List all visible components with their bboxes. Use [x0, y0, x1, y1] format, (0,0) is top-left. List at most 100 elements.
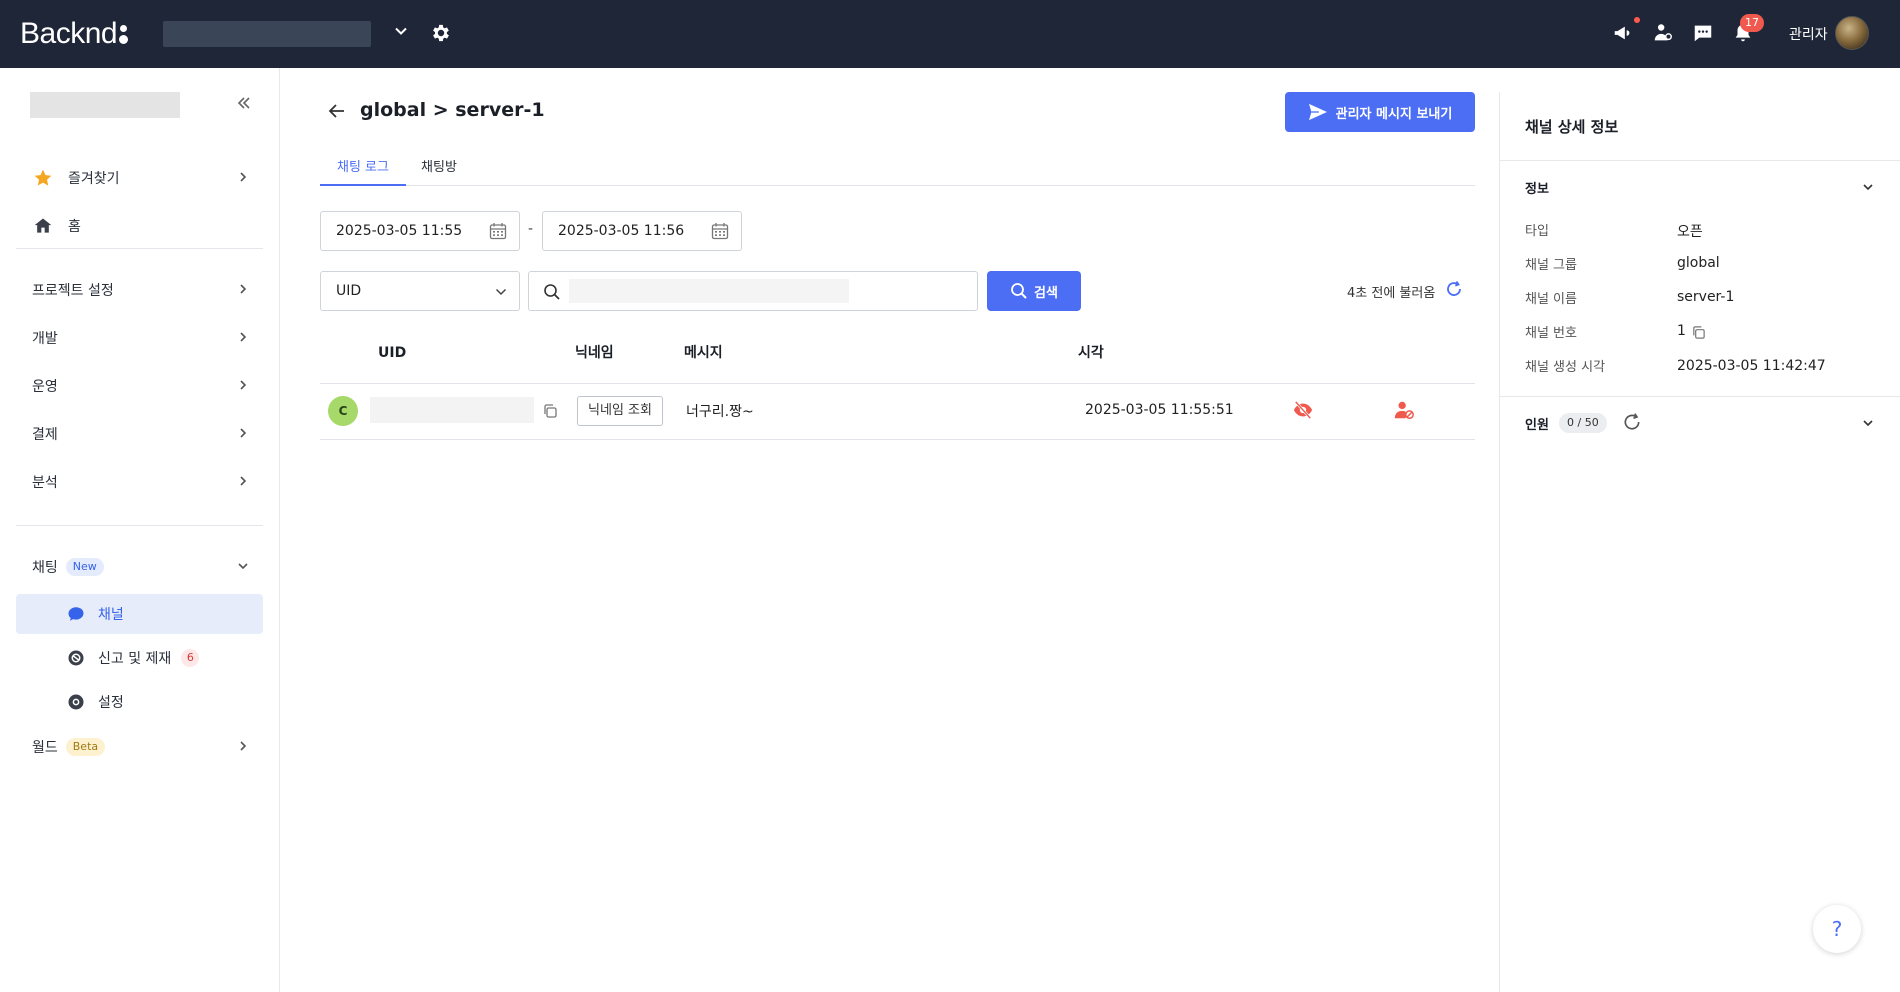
report-count-badge: 6: [181, 649, 200, 667]
chevron-right-icon: [237, 331, 249, 343]
main-content: global > server-1 관리자 메시지 보내기 채팅 로그 채팅방 …: [280, 68, 1499, 992]
sidebar-item-chatting[interactable]: 채팅 New: [16, 547, 263, 587]
chevron-right-icon: [237, 427, 249, 439]
message-time: 2025-03-05 11:55:51: [1085, 402, 1234, 418]
collapse-sidebar-icon[interactable]: [236, 95, 252, 111]
info-value-created-at: 2025-03-05 11:42:47: [1677, 358, 1826, 374]
page-title: global > server-1: [360, 99, 545, 121]
info-value-type: 오픈: [1677, 224, 1703, 240]
column-time: 시각: [1078, 345, 1104, 361]
search-icon: [543, 283, 561, 301]
copy-icon[interactable]: [542, 403, 558, 419]
sidebar-item-operations[interactable]: 운영: [16, 366, 263, 406]
info-label-channel-group: 채널 그룹: [1525, 258, 1577, 273]
chevron-down-icon[interactable]: [1862, 181, 1874, 193]
column-nickname: 닉네임: [575, 345, 614, 361]
sidebar-item-favorites[interactable]: 즐겨찾기: [16, 158, 263, 198]
search-input[interactable]: [569, 279, 849, 303]
refresh-icon[interactable]: [1445, 280, 1463, 298]
chevron-down-icon: [237, 560, 249, 572]
channel-detail-panel: 채널 상세 정보 정보 타입 오픈 채널 그룹 global 채널 이름 ser…: [1499, 92, 1900, 992]
user-avatar: C: [328, 396, 358, 426]
sidebar-item-reports[interactable]: 신고 및 제재 6: [16, 638, 263, 678]
chevron-down-icon[interactable]: [1862, 417, 1874, 429]
refresh-icon[interactable]: [1622, 412, 1642, 432]
members-count-badge: 0 / 50: [1559, 413, 1607, 433]
panel-divider: [1500, 396, 1900, 397]
hide-message-icon[interactable]: [1292, 400, 1314, 420]
column-message: 메시지: [684, 345, 723, 361]
message-text: 너구리.짱~: [686, 404, 754, 420]
send-icon: [1308, 103, 1328, 121]
chevron-down-icon: [495, 287, 507, 297]
back-arrow-icon[interactable]: [328, 102, 346, 120]
copy-icon[interactable]: [1691, 325, 1706, 340]
tab-chat-room[interactable]: 채팅방: [406, 156, 472, 186]
members-section-title[interactable]: 인원: [1525, 414, 1549, 433]
chevron-right-icon: [237, 740, 249, 752]
help-button[interactable]: ?: [1813, 905, 1861, 953]
settings-icon: [66, 692, 86, 712]
tabs: 채팅 로그 채팅방: [320, 156, 1475, 186]
new-notice-dot: [1634, 17, 1640, 23]
sidebar-item-chat-settings[interactable]: 설정: [16, 682, 263, 722]
search-icon: [1010, 282, 1028, 300]
info-value-channel-name: server-1: [1677, 289, 1735, 305]
chevron-right-icon: [237, 379, 249, 391]
column-uid: UID: [378, 345, 407, 361]
table-row: C 닉네임 조회 너구리.짱~ 2025-03-05 11:55:51: [320, 384, 1475, 440]
chevron-right-icon: [237, 475, 249, 487]
sidebar-item-home[interactable]: 홈: [16, 206, 263, 246]
sidebar-item-analytics[interactable]: 분석: [16, 462, 263, 502]
star-icon: [32, 167, 54, 189]
calendar-icon[interactable]: [489, 222, 507, 240]
info-value-channel-number: 1: [1677, 323, 1686, 339]
sidebar-item-payment[interactable]: 결제: [16, 414, 263, 454]
panel-title: 채널 상세 정보: [1525, 118, 1619, 136]
megaphone-icon[interactable]: [1612, 22, 1634, 44]
info-label-channel-number: 채널 번호: [1525, 326, 1577, 341]
info-label-type: 타입: [1525, 224, 1549, 239]
search-button[interactable]: 검색: [987, 271, 1081, 311]
info-value-channel-group: global: [1677, 255, 1720, 271]
date-range-separator: -: [528, 221, 534, 237]
home-icon: [32, 215, 54, 237]
chat-icon[interactable]: [1692, 22, 1714, 44]
sidebar-item-world[interactable]: 월드 Beta: [16, 727, 263, 767]
date-to-input[interactable]: 2025-03-05 11:56: [542, 211, 742, 251]
nickname-lookup-button[interactable]: 닉네임 조회: [577, 396, 663, 426]
sidebar-divider: [16, 248, 263, 249]
send-admin-message-button[interactable]: 관리자 메시지 보내기: [1285, 92, 1475, 132]
info-label-created-at: 채널 생성 시각: [1525, 360, 1606, 375]
uid-value: [370, 397, 534, 423]
search-filter-select[interactable]: UID: [320, 271, 520, 311]
calendar-icon[interactable]: [711, 222, 729, 240]
ban-user-icon[interactable]: [1393, 399, 1415, 421]
backnd-logo[interactable]: Backnd: [20, 0, 129, 68]
info-label-channel-name: 채널 이름: [1525, 292, 1577, 307]
search-box: [528, 271, 978, 311]
sidebar-item-channel[interactable]: 채널: [16, 594, 263, 634]
table-header: UID 닉네임 메시지 시각: [320, 338, 1475, 384]
panel-divider: [1500, 160, 1900, 161]
logo-dots: [119, 24, 129, 44]
sidebar-project-name: [30, 92, 180, 118]
chevron-right-icon: [237, 171, 249, 183]
sidebar-item-project-settings[interactable]: 프로젝트 설정: [16, 270, 263, 310]
new-badge: New: [65, 558, 104, 576]
avatar[interactable]: [1835, 16, 1869, 50]
date-from-input[interactable]: 2025-03-05 11:55: [320, 211, 520, 251]
gear-icon[interactable]: [430, 22, 452, 44]
share-user-icon[interactable]: [1652, 22, 1674, 44]
chat-bubble-icon: [66, 604, 86, 624]
admin-name[interactable]: 관리자: [1789, 24, 1828, 44]
chevron-down-icon[interactable]: [394, 24, 408, 38]
report-icon: [66, 648, 86, 668]
top-header: Backnd 17 관리자: [0, 0, 1900, 68]
sidebar-item-development[interactable]: 개발: [16, 318, 263, 358]
project-selector[interactable]: [163, 21, 371, 47]
info-section-title[interactable]: 정보: [1525, 178, 1549, 197]
tab-chat-log[interactable]: 채팅 로그: [320, 156, 406, 186]
beta-badge: Beta: [65, 738, 106, 756]
notification-count-badge: 17: [1740, 14, 1764, 32]
